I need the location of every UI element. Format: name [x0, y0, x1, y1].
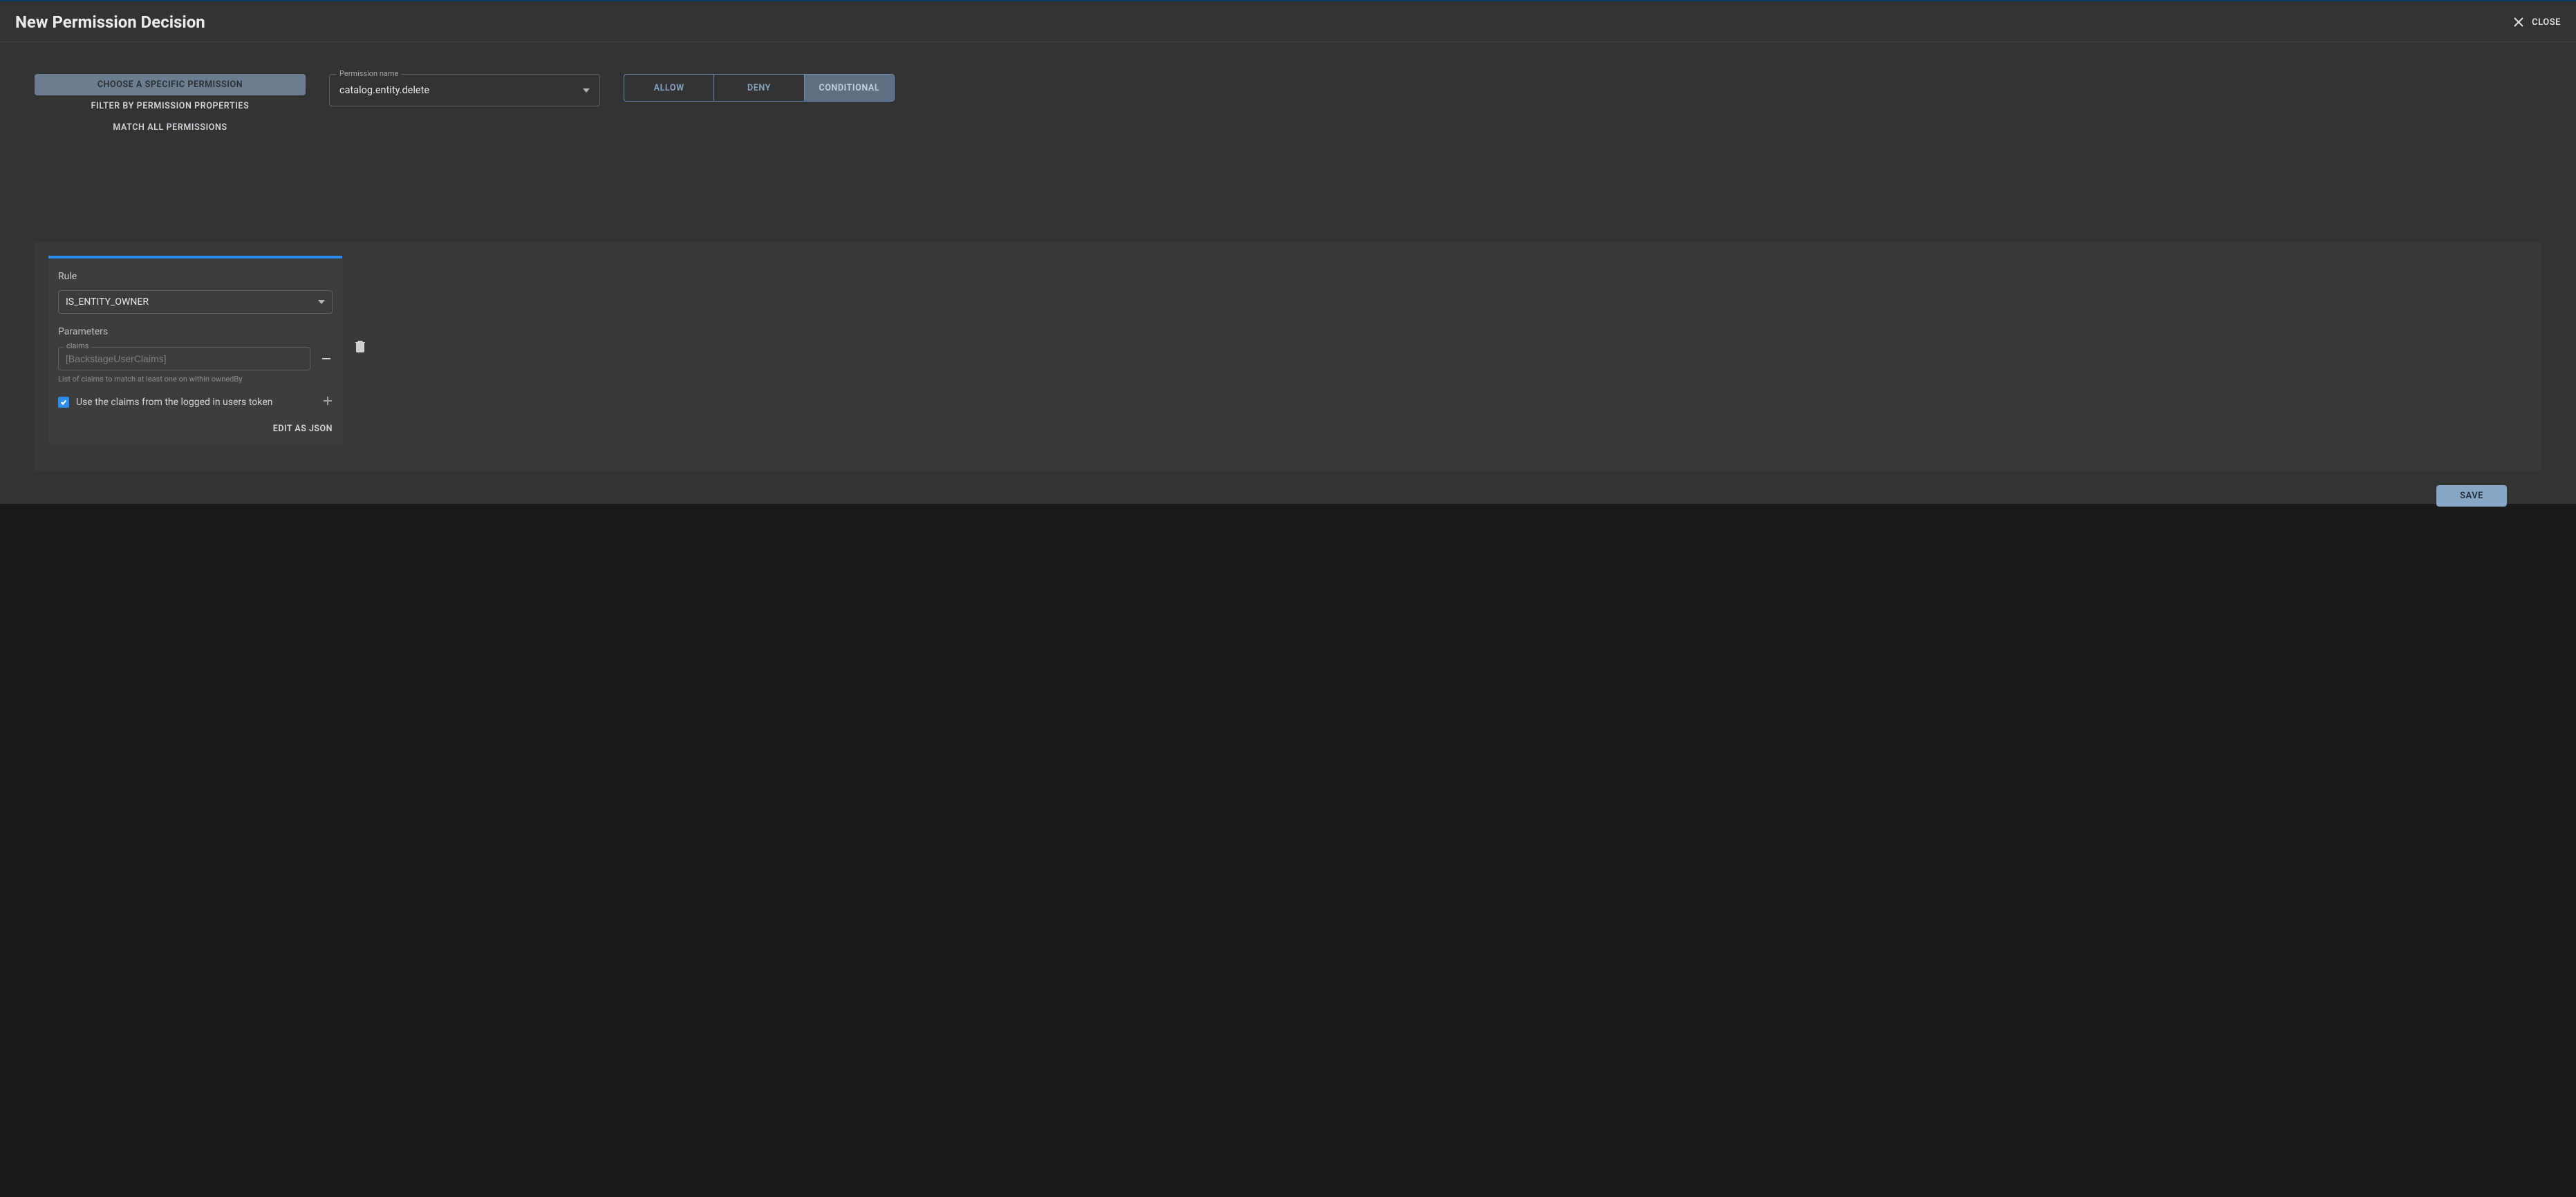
close-icon	[2512, 16, 2525, 28]
rule-select[interactable]: IS_ENTITY_OWNER	[58, 290, 333, 314]
permission-name-select[interactable]: Permission name catalog.entity.delete	[329, 74, 600, 106]
claims-field-label: claims	[64, 341, 91, 350]
match-mode-specific[interactable]: CHOOSE A SPECIFIC PERMISSION	[35, 74, 306, 95]
match-mode-all[interactable]: MATCH ALL PERMISSIONS	[35, 117, 306, 138]
chevron-down-icon	[318, 300, 325, 304]
rules-area: Rule IS_ENTITY_OWNER Parameters claims	[35, 242, 2541, 471]
claims-row: claims	[58, 347, 333, 370]
decision-deny[interactable]: DENY	[713, 75, 803, 101]
plus-icon	[323, 396, 333, 406]
minus-icon	[321, 354, 331, 364]
edit-as-json-button[interactable]: EDIT AS JSON	[58, 424, 333, 434]
rule-section-label: Rule	[58, 271, 333, 282]
decision-conditional[interactable]: CONDITIONAL	[804, 75, 894, 101]
use-logged-in-claims-checkbox[interactable]	[58, 397, 69, 408]
decision-toggle-group: ALLOW DENY CONDITIONAL	[624, 74, 895, 102]
modal-title: New Permission Decision	[15, 12, 205, 32]
check-icon	[60, 399, 67, 406]
use-claims-row: Use the claims from the logged in users …	[58, 396, 333, 408]
delete-rule-button[interactable]	[355, 340, 366, 355]
add-claim-button[interactable]	[323, 396, 333, 408]
modal-footer: SAVE	[35, 485, 2541, 527]
remove-claim-button[interactable]	[320, 352, 333, 365]
match-mode-filter[interactable]: FILTER BY PERMISSION PROPERTIES	[35, 95, 306, 117]
permission-name-label: Permission name	[337, 69, 401, 78]
modal-header: New Permission Decision CLOSE	[0, 1, 2576, 42]
decision-allow[interactable]: ALLOW	[624, 75, 713, 101]
chevron-down-icon	[583, 88, 590, 93]
save-button[interactable]: SAVE	[2436, 485, 2507, 507]
config-row: CHOOSE A SPECIFIC PERMISSION FILTER BY P…	[35, 74, 2541, 138]
new-permission-decision-modal: New Permission Decision CLOSE CHOOSE A S…	[0, 0, 2576, 504]
permission-name-column: Permission name catalog.entity.delete	[329, 74, 600, 106]
claims-input[interactable]	[58, 347, 310, 370]
trash-icon	[355, 340, 366, 352]
claims-helper-text: List of claims to match at least one on …	[58, 375, 333, 384]
close-button[interactable]: CLOSE	[2512, 16, 2561, 28]
rule-card: Rule IS_ENTITY_OWNER Parameters claims	[48, 256, 342, 444]
modal-body: CHOOSE A SPECIFIC PERMISSION FILTER BY P…	[0, 42, 2576, 541]
claims-input-wrap: claims	[58, 347, 310, 370]
match-mode-column: CHOOSE A SPECIFIC PERMISSION FILTER BY P…	[35, 74, 306, 138]
use-logged-in-claims-label: Use the claims from the logged in users …	[76, 397, 272, 408]
parameters-label: Parameters	[58, 326, 333, 337]
decision-column: ALLOW DENY CONDITIONAL	[624, 74, 895, 102]
close-label: CLOSE	[2532, 17, 2561, 28]
rule-select-value: IS_ENTITY_OWNER	[66, 296, 149, 308]
permission-name-value: catalog.entity.delete	[339, 84, 429, 96]
